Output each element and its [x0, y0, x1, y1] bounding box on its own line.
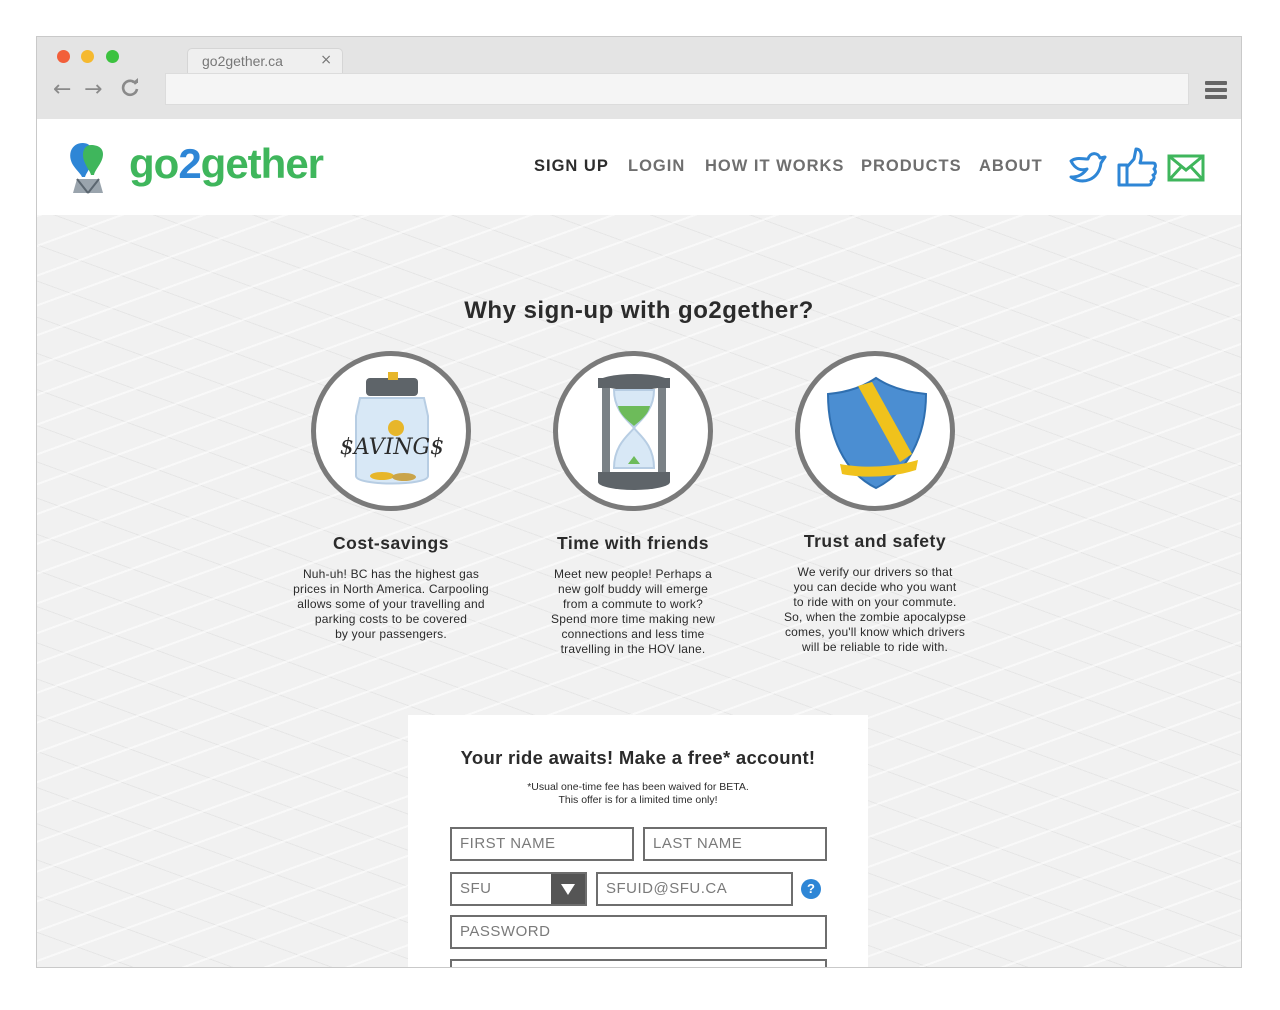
last-name-field[interactable]: LAST NAME: [643, 827, 827, 861]
password-placeholder: PASSWORD: [460, 923, 551, 940]
shield-icon: [795, 351, 955, 511]
school-select-value: SFU: [460, 880, 492, 897]
logo-part-gether: gether: [200, 140, 324, 187]
signup-title: Your ride awaits! Make a free* account!: [460, 747, 816, 768]
email-placeholder: SFUID@SFU.CA: [606, 880, 728, 897]
savings-jar-icon: $AVING$: [311, 351, 471, 511]
thumbs-up-icon[interactable]: [1116, 147, 1158, 191]
chevron-down-icon[interactable]: [551, 874, 585, 904]
feature-text-trust-and-safety: We verify our drivers so that you can de…: [783, 565, 967, 654]
twitter-icon[interactable]: [1067, 147, 1107, 191]
school-select[interactable]: SFU: [450, 872, 587, 906]
browser-chrome: go2gether.ca × ← →: [37, 37, 1241, 120]
menu-icon[interactable]: [1205, 81, 1227, 99]
first-name-placeholder: FIRST NAME: [460, 835, 556, 852]
nav-login[interactable]: LOGIN: [628, 157, 685, 176]
reload-icon[interactable]: [119, 77, 141, 106]
nav-how-it-works[interactable]: HOW IT WORKS: [705, 157, 844, 176]
first-name-field[interactable]: FIRST NAME: [450, 827, 634, 861]
logo-part-2: 2: [178, 140, 201, 187]
signup-note: *Usual one-time fee has been waived for …: [527, 781, 749, 806]
nav-about[interactable]: ABOUT: [979, 157, 1043, 176]
help-icon[interactable]: ?: [801, 879, 821, 899]
last-name-placeholder: LAST NAME: [653, 835, 743, 852]
email-field[interactable]: SFUID@SFU.CA: [596, 872, 793, 906]
feature-title-time-with-friends: Time with friends: [556, 533, 710, 553]
page-viewport: go2gether SIGN UP LOGIN HOW IT WORKS PRO…: [37, 119, 1241, 967]
logo-part-go: go: [129, 140, 179, 187]
feature-title-trust-and-safety: Trust and safety: [803, 531, 947, 551]
signup-card: Your ride awaits! Make a free* account! …: [408, 715, 868, 967]
password-field[interactable]: PASSWORD: [450, 915, 827, 949]
nav-sign-up[interactable]: SIGN UP: [534, 157, 609, 176]
jar-label: $AVING$: [340, 435, 444, 460]
hourglass-icon: [553, 351, 713, 511]
balloon-logo-icon[interactable]: [63, 141, 109, 195]
feature-text-time-with-friends: Meet new people! Perhaps a new golf budd…: [551, 567, 715, 656]
back-arrow-icon[interactable]: ←: [53, 77, 71, 103]
reload-glyph: [121, 78, 139, 97]
forward-arrow-icon[interactable]: →: [84, 77, 102, 103]
browser-window: go2gether.ca × ← → go2gether SIGN UP LOG…: [36, 36, 1242, 968]
nav-products[interactable]: PRODUCTS: [861, 157, 962, 176]
why-signup-section: Why sign-up with go2gether? $AVING$ Cost…: [37, 215, 1241, 967]
address-bar[interactable]: [165, 73, 1189, 105]
feature-title-cost-savings: Cost-savings: [333, 533, 449, 553]
feature-text-cost-savings: Nuh-uh! BC has the highest gas prices in…: [293, 567, 489, 641]
logo-wordmark[interactable]: go2gether: [129, 139, 324, 189]
maximize-window-button[interactable]: [106, 50, 119, 63]
close-window-button[interactable]: [57, 50, 70, 63]
minimize-window-button[interactable]: [81, 50, 94, 63]
tab-title: go2gether.ca: [202, 53, 283, 69]
browser-tab[interactable]: go2gether.ca ×: [187, 48, 343, 73]
tab-close-icon[interactable]: ×: [320, 52, 332, 68]
confirm-password-field[interactable]: [450, 959, 827, 967]
section-title: Why sign-up with go2gether?: [464, 297, 814, 324]
site-header: go2gether SIGN UP LOGIN HOW IT WORKS PRO…: [37, 119, 1241, 215]
mail-icon[interactable]: [1166, 147, 1206, 191]
